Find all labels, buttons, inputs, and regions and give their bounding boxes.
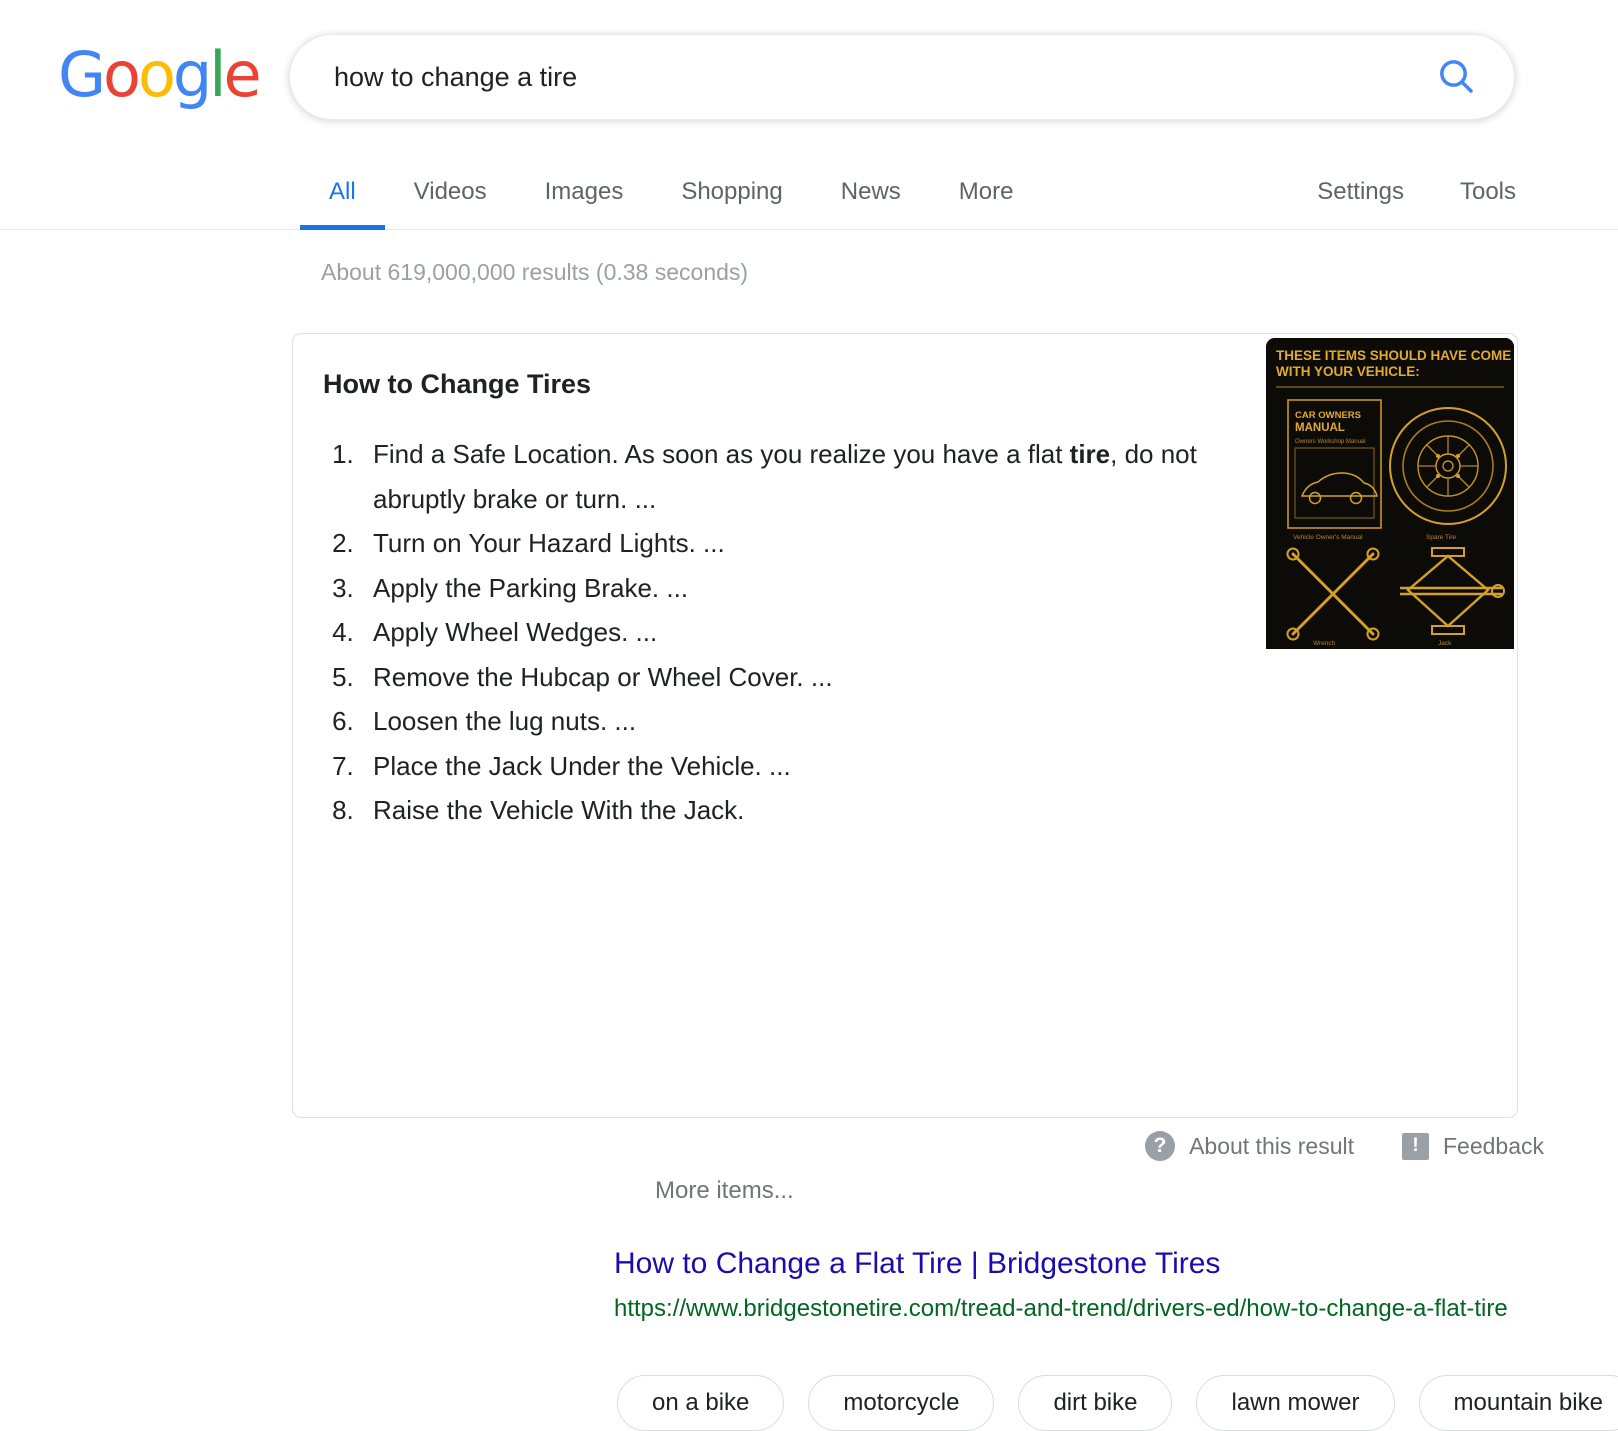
chip-dirt-bike[interactable]: dirt bike <box>1018 1375 1173 1431</box>
feedback-label: Feedback <box>1442 1132 1544 1159</box>
tab-shopping[interactable]: Shopping <box>652 152 811 230</box>
list-item: Raise the Vehicle With the Jack. <box>361 788 1225 833</box>
step-text: Place the Jack Under the Vehicle. ... <box>373 750 791 781</box>
list-item: Place the Jack Under the Vehicle. ... <box>361 744 1225 789</box>
snippet-title: How to Change Tires <box>323 369 592 399</box>
tab-more[interactable]: More <box>930 152 1043 230</box>
tab-videos[interactable]: Videos <box>385 152 516 230</box>
snippet-thumbnail[interactable]: THESE ITEMS SHOULD HAVE COME WITH YOUR V… <box>1266 338 1514 649</box>
step-text: Raise the Vehicle With the Jack. <box>373 795 745 825</box>
google-logo[interactable]: Google <box>58 38 262 111</box>
result-url: https://www.bridgestonetire.com/tread-an… <box>614 1295 1508 1322</box>
list-item: Loosen the lug nuts. ... <box>361 699 1225 744</box>
chip-on-a-bike[interactable]: on a bike <box>617 1375 785 1431</box>
search-bar[interactable] <box>289 34 1515 120</box>
question-mark-icon: ? <box>1145 1131 1176 1161</box>
featured-snippet-card: How to Change Tires Find a Safe Location… <box>292 333 1618 1431</box>
logo-letter-o1: o <box>103 38 141 111</box>
thumb-heading-line2: WITH YOUR VEHICLE: <box>1276 364 1420 379</box>
tab-all[interactable]: All <box>300 152 385 230</box>
logo-letter-e: e <box>223 38 262 111</box>
result-title-link[interactable]: How to Change a Flat Tire | Bridgestone … <box>614 1247 1220 1281</box>
logo-letter-g2: g <box>172 38 212 111</box>
step-text: Apply Wheel Wedges. ... <box>373 617 658 647</box>
label-manual: Vehicle Owner's Manual <box>1293 534 1363 541</box>
search-button[interactable] <box>1432 53 1480 101</box>
tab-images[interactable]: Images <box>516 152 653 230</box>
about-this-result-label: About this result <box>1189 1132 1354 1159</box>
logo-letter-g1: G <box>58 38 106 111</box>
nav-tools: Settings Tools <box>1289 152 1544 230</box>
tools-button[interactable]: Tools <box>1432 152 1544 230</box>
step-text: Apply the Parking Brake. ... <box>373 572 689 603</box>
chip-lawn-mower[interactable]: lawn mower <box>1196 1375 1395 1431</box>
flag-icon: ! <box>1401 1132 1429 1160</box>
chip-motorcycle[interactable]: motorcycle <box>808 1375 995 1431</box>
list-item: Turn on Your Hazard Lights. ... <box>361 521 1225 566</box>
label-spare-tire: Spare Tire <box>1426 534 1456 541</box>
list-item: Apply the Parking Brake. ... <box>361 566 1225 611</box>
snippet-steps-list: Find a Safe Location. As soon as you rea… <box>315 432 1225 833</box>
label-jack: Jack <box>1438 640 1452 647</box>
tab-news[interactable]: News <box>812 152 930 230</box>
list-item: Remove the Hubcap or Wheel Cover. ... <box>361 655 1225 700</box>
thumb-heading-line1: THESE ITEMS SHOULD HAVE COME <box>1276 348 1511 363</box>
label-wrench: Wrench <box>1313 640 1336 647</box>
search-icon <box>1436 56 1476 99</box>
chip-mountain-bike[interactable]: mountain bike <box>1418 1375 1618 1431</box>
step-text: Remove the Hubcap or Wheel Cover. ... <box>373 661 833 692</box>
logo-letter-l: l <box>209 38 226 111</box>
list-item: Apply Wheel Wedges. ... <box>361 610 1225 655</box>
page-header: Google <box>0 0 1618 152</box>
step-text: Find a Safe Location. As soon as you rea… <box>373 439 1070 469</box>
about-this-result-button[interactable]: ? About this result <box>1145 1131 1354 1161</box>
nav-tabs: All Videos Images Shopping News More <box>300 152 1042 230</box>
search-input[interactable] <box>334 61 1432 93</box>
list-item: Find a Safe Location. As soon as you rea… <box>361 432 1225 521</box>
snippet-footer: ? About this result ! Feedback <box>1145 1131 1544 1161</box>
feedback-button[interactable]: ! Feedback <box>1401 1132 1544 1160</box>
more-items-link[interactable]: More items... <box>655 1177 794 1205</box>
step-text: Turn on Your Hazard Lights. ... <box>373 528 725 558</box>
step-highlight: tire <box>1069 439 1111 469</box>
related-searches-chips: on a bike motorcycle dirt bike lawn mowe… <box>617 1375 1618 1431</box>
manual-title-line2: MANUAL <box>1295 422 1345 434</box>
result-stats: About 619,000,000 results (0.38 seconds) <box>321 259 749 285</box>
step-text: Loosen the lug nuts. ... <box>373 706 637 736</box>
settings-button[interactable]: Settings <box>1289 152 1432 230</box>
navigation-bar: All Videos Images Shopping News More Set… <box>0 152 1618 230</box>
manual-title-line1: CAR OWNERS <box>1295 410 1361 421</box>
vehicle-items-infographic: THESE ITEMS SHOULD HAVE COME WITH YOUR V… <box>1266 338 1514 649</box>
manual-subtitle: Owners Workshop Manual <box>1295 439 1366 445</box>
logo-letter-o2: o <box>137 38 176 111</box>
